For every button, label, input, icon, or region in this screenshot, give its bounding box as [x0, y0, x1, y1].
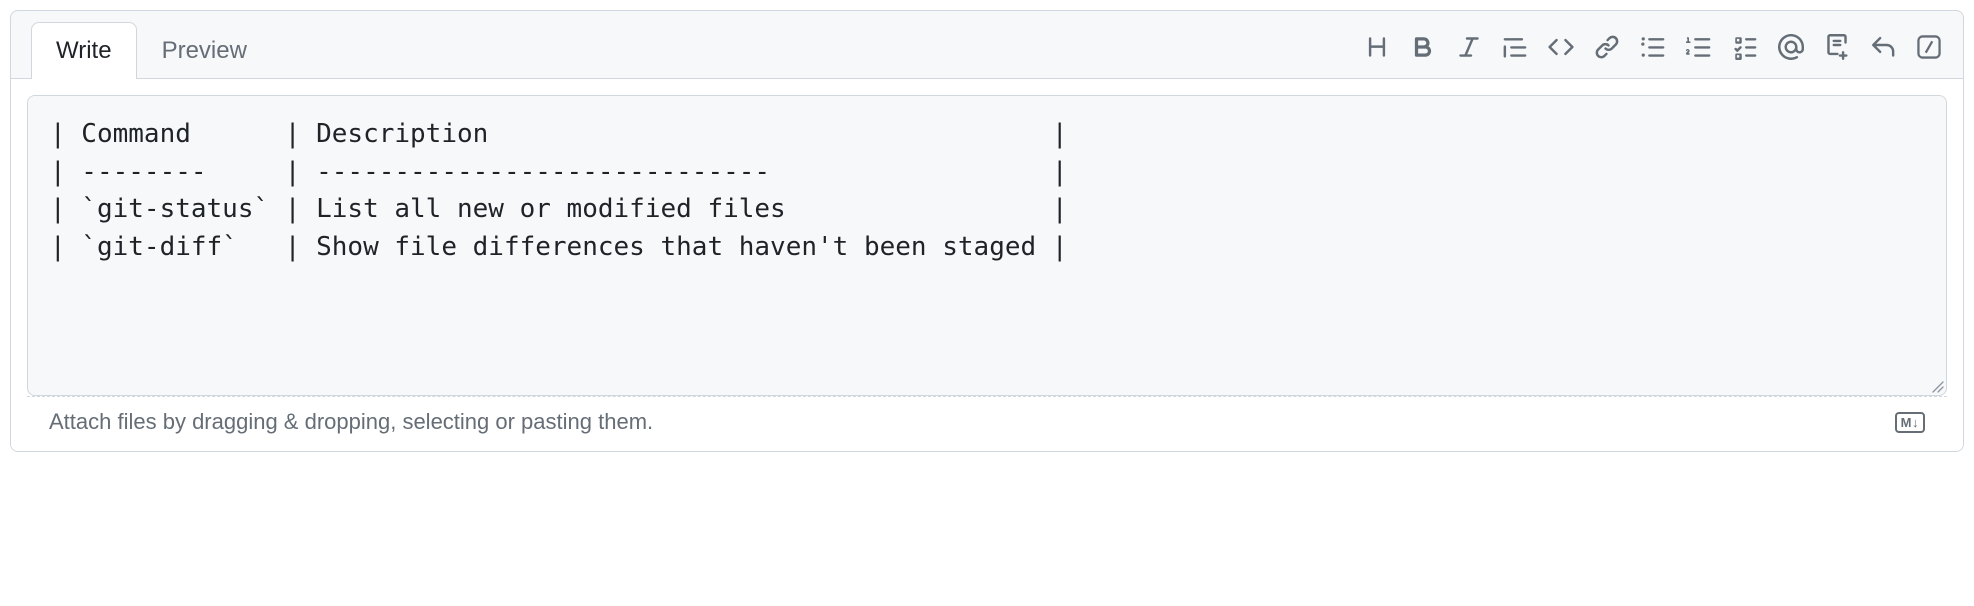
textarea-wrapper: [27, 95, 1947, 396]
task-list-icon[interactable]: [1731, 33, 1759, 61]
unordered-list-icon[interactable]: [1639, 33, 1667, 61]
saved-reply-icon[interactable]: [1869, 33, 1897, 61]
heading-icon[interactable]: [1363, 33, 1391, 61]
comment-box: Write Preview: [10, 10, 1964, 452]
markdown-textarea[interactable]: [28, 96, 1946, 376]
editor-footer: Attach files by dragging & dropping, sel…: [27, 396, 1947, 451]
toolbar-group-text: [1363, 33, 1483, 61]
toolbar-group-block: [1501, 33, 1621, 61]
toolbar-group-lists: [1639, 33, 1759, 61]
code-icon[interactable]: [1547, 33, 1575, 61]
quote-icon[interactable]: [1501, 33, 1529, 61]
slash-command-icon[interactable]: [1915, 33, 1943, 61]
reference-icon[interactable]: [1823, 33, 1851, 61]
ordered-list-icon[interactable]: [1685, 33, 1713, 61]
resize-handle-icon[interactable]: [28, 381, 1946, 395]
toolbar-group-insert: [1777, 33, 1897, 61]
italic-icon[interactable]: [1455, 33, 1483, 61]
editor-toolbar: [1363, 21, 1951, 61]
bold-icon[interactable]: [1409, 33, 1437, 61]
toolbar-group-more: [1915, 33, 1943, 61]
editor-tabs: Write Preview: [31, 21, 272, 78]
link-icon[interactable]: [1593, 33, 1621, 61]
editor-header: Write Preview: [11, 11, 1963, 78]
tab-preview[interactable]: Preview: [137, 22, 272, 79]
attach-hint[interactable]: Attach files by dragging & dropping, sel…: [49, 409, 653, 435]
editor-body: Attach files by dragging & dropping, sel…: [11, 78, 1963, 451]
markdown-icon[interactable]: M↓: [1895, 412, 1925, 433]
tab-write[interactable]: Write: [31, 22, 137, 79]
mention-icon[interactable]: [1777, 33, 1805, 61]
